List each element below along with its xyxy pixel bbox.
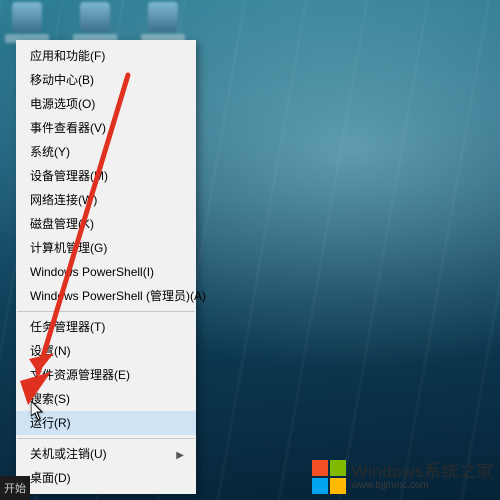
menu-item-label: 任务管理器(T) <box>30 320 105 334</box>
desktop-background: 应用和功能(F) 移动中心(B) 电源选项(O) 事件查看器(V) 系统(Y) 设备管理器… <box>0 0 500 500</box>
menu-item-label: 设置(N) <box>30 344 71 358</box>
menu-item-label: Windows PowerShell (管理员)(A) <box>30 289 206 303</box>
watermark: Windows系统之家 www.bjjmmc.com <box>312 460 494 494</box>
winx-context-menu: 应用和功能(F) 移动中心(B) 电源选项(O) 事件查看器(V) 系统(Y) 设备管理器… <box>16 40 196 494</box>
watermark-title: Windows系统之家 <box>352 463 494 481</box>
menu-item-label: 关机或注销(U) <box>30 447 107 461</box>
menu-item[interactable]: 移动中心(B) <box>16 68 196 92</box>
menu-item[interactable]: 桌面(D) <box>16 466 196 490</box>
menu-item[interactable]: 应用和功能(F) <box>16 44 196 68</box>
taskbar-start[interactable]: 开始 <box>0 476 30 500</box>
menu-item[interactable]: 设置(N) <box>16 339 196 363</box>
menu-item-label: 磁盘管理(K) <box>30 217 94 231</box>
menu-item-label: 桌面(D) <box>30 471 71 485</box>
menu-item[interactable]: 磁盘管理(K) <box>16 212 196 236</box>
menu-item-label: 电源选项(O) <box>30 97 95 111</box>
menu-item[interactable]: 网络连接(W) <box>16 188 196 212</box>
menu-item[interactable]: 关机或注销(U) ▶ <box>16 442 196 466</box>
menu-item[interactable]: 运行(R) <box>16 411 196 435</box>
chevron-right-icon: ▶ <box>176 448 184 464</box>
menu-item-label: 文件资源管理器(E) <box>30 368 130 382</box>
menu-item[interactable]: 任务管理器(T) <box>16 315 196 339</box>
menu-item-label: 计算机管理(G) <box>30 241 107 255</box>
watermark-url: www.bjjmmc.com <box>352 481 494 492</box>
menu-item[interactable]: 设备管理器(M) <box>16 164 196 188</box>
menu-item-label: 设备管理器(M) <box>30 169 108 183</box>
menu-item[interactable]: 搜索(S) <box>16 387 196 411</box>
menu-item-label: 网络连接(W) <box>30 193 97 207</box>
menu-item[interactable]: 系统(Y) <box>16 140 196 164</box>
menu-item-label: 移动中心(B) <box>30 73 94 87</box>
menu-item-label: 搜索(S) <box>30 392 70 406</box>
menu-item[interactable]: 电源选项(O) <box>16 92 196 116</box>
menu-item-label: 事件查看器(V) <box>30 121 106 135</box>
menu-item-label: 应用和功能(F) <box>30 49 105 63</box>
menu-item[interactable]: 计算机管理(G) <box>16 236 196 260</box>
menu-item[interactable]: 事件查看器(V) <box>16 116 196 140</box>
menu-item-label: Windows PowerShell(I) <box>30 265 154 279</box>
menu-item[interactable]: Windows PowerShell (管理员)(A) <box>16 284 196 308</box>
menu-separator <box>17 311 195 312</box>
menu-separator <box>17 438 195 439</box>
menu-item[interactable]: 文件资源管理器(E) <box>16 363 196 387</box>
start-label: 开始 <box>4 480 26 496</box>
menu-item-label: 系统(Y) <box>30 145 70 159</box>
windows-logo-icon <box>312 460 346 494</box>
menu-item[interactable]: Windows PowerShell(I) <box>16 260 196 284</box>
menu-item-label: 运行(R) <box>30 416 71 430</box>
